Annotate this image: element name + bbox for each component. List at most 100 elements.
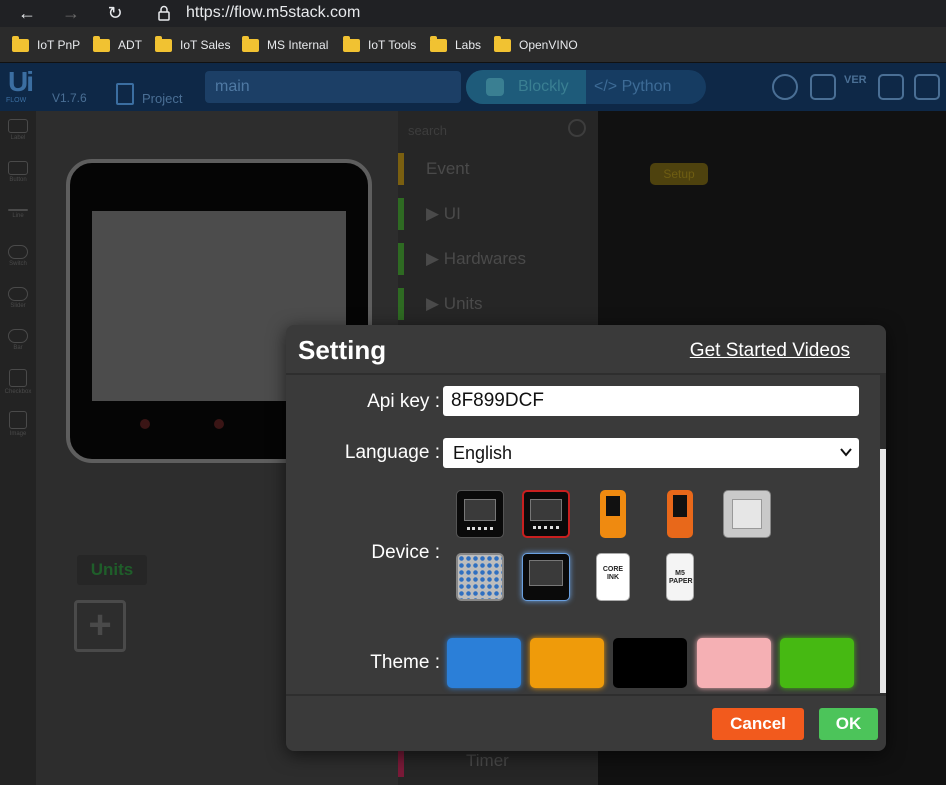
rail-item-slider[interactable]: Slider <box>4 287 32 309</box>
cancel-button[interactable]: Cancel <box>712 708 804 740</box>
coreink-label: CORE INK <box>602 566 624 581</box>
bookmark-adt[interactable]: ADT <box>93 35 142 53</box>
device-m5atom[interactable] <box>723 490 771 538</box>
switch-icon <box>8 245 28 259</box>
api-key-input[interactable] <box>443 386 859 416</box>
api-key-label: Api key : <box>367 391 440 412</box>
device-screen-thumb <box>606 496 620 516</box>
language-select[interactable]: English <box>443 438 859 468</box>
rail-item-checkbox[interactable]: Checkbox <box>4 369 32 395</box>
add-unit-button[interactable]: + <box>74 600 126 652</box>
checkbox-icon <box>9 369 27 387</box>
device-buttons-thumb <box>467 527 493 530</box>
footer-divider <box>286 694 886 696</box>
category-color-bar <box>398 288 404 320</box>
project-icon[interactable] <box>116 83 134 105</box>
ok-button[interactable]: OK <box>819 708 878 740</box>
chevron-down-icon <box>840 448 852 457</box>
folder-icon <box>494 35 511 52</box>
palette-item-units[interactable]: ▶ Units <box>398 284 483 324</box>
device-screen-thumb <box>464 499 496 521</box>
setting-dialog: Setting Get Started Videos Api key : Lan… <box>286 325 886 751</box>
version-icon[interactable]: VER <box>844 74 870 100</box>
device-m5stack-fire[interactable] <box>522 490 570 538</box>
device-screen-thumb <box>530 499 562 521</box>
folder-icon <box>430 35 447 52</box>
line-icon <box>8 209 28 211</box>
back-arrow-icon[interactable]: ← <box>16 2 38 24</box>
puzzle-icon <box>486 78 504 96</box>
project-label[interactable]: Project <box>142 91 182 106</box>
device-buttons-thumb <box>533 526 559 529</box>
ui-components-rail: Label Button Line Switch Slider Bar Chec… <box>0 111 36 785</box>
palette-item-hardwares[interactable]: ▶ Hardwares <box>398 239 526 279</box>
forward-arrow-icon[interactable]: → <box>60 2 82 24</box>
palette-item-event[interactable]: Event <box>398 149 469 189</box>
rail-item-line[interactable]: Line <box>4 203 32 219</box>
theme-orange-swatch[interactable] <box>530 638 604 688</box>
m5paper-label: M5 PAPER <box>669 570 693 585</box>
rail-item-bar[interactable]: Bar <box>4 329 32 351</box>
label-icon <box>8 119 28 133</box>
version-label: V1.7.6 <box>52 91 87 105</box>
device-label: Device : <box>371 542 440 563</box>
tab-python[interactable]: </> Python <box>594 70 671 104</box>
device-m5-coreink[interactable]: CORE INK <box>596 553 630 601</box>
browser-toolbar: ← → ↻ https://flow.m5stack.com <box>0 0 946 27</box>
save-icon[interactable] <box>914 74 940 100</box>
tab-blockly[interactable]: Blockly <box>466 70 586 104</box>
app-header: Ui FLOW V1.7.6 Project main Blockly </> … <box>0 63 946 111</box>
folder-icon <box>343 35 360 52</box>
folder-icon <box>155 35 172 52</box>
rail-item-label[interactable]: Label <box>4 119 32 141</box>
device-screen-thumb <box>529 560 563 586</box>
rail-item-image[interactable]: Image <box>4 411 32 437</box>
units-label: Units <box>77 555 147 585</box>
logo-subtitle: FLOW <box>6 97 27 104</box>
device-m5stack-core2[interactable] <box>522 553 570 601</box>
theme-pink-swatch[interactable] <box>697 638 771 688</box>
theme-black-swatch[interactable] <box>613 638 687 688</box>
bookmark-ms-internal[interactable]: MS Internal <box>242 35 328 53</box>
bookmark-labs[interactable]: Labs <box>430 35 481 53</box>
device-m5paper[interactable]: M5 PAPER <box>666 553 694 601</box>
device-button-a <box>140 419 150 429</box>
device-m5atom-matrix[interactable] <box>456 553 504 601</box>
palette-item-ui[interactable]: ▶ UI <box>398 194 461 234</box>
header-divider <box>286 373 886 375</box>
rail-item-button[interactable]: Button <box>4 161 32 183</box>
palette-search-input[interactable]: search <box>408 123 447 138</box>
device-m5stack-basic[interactable] <box>456 490 504 538</box>
bookmark-iot-sales[interactable]: IoT Sales <box>155 35 230 53</box>
device-m5stickc[interactable] <box>600 490 626 538</box>
bookmark-openvino[interactable]: OpenVINO <box>494 35 578 53</box>
dialog-scrollbar-thumb[interactable] <box>880 449 886 693</box>
setup-block[interactable]: Setup <box>650 163 708 185</box>
m5-logo-icon[interactable] <box>772 74 798 100</box>
theme-green-swatch[interactable] <box>780 638 854 688</box>
rail-item-switch[interactable]: Switch <box>4 245 32 267</box>
address-bar[interactable]: https://flow.m5stack.com <box>186 3 360 23</box>
folder-icon <box>12 35 29 52</box>
device-m5stickc-plus[interactable] <box>667 490 693 538</box>
search-icon[interactable] <box>568 119 586 137</box>
reload-icon[interactable]: ↻ <box>104 2 126 24</box>
new-file-icon[interactable] <box>810 74 836 100</box>
bookmark-iot-tools[interactable]: IoT Tools <box>343 35 416 53</box>
theme-label: Theme : <box>370 652 440 673</box>
bookmark-iot-pnp[interactable]: IoT PnP <box>12 35 80 53</box>
project-name-input[interactable]: main <box>205 71 461 103</box>
category-color-bar <box>398 198 404 230</box>
language-label: Language : <box>344 442 440 463</box>
mode-tabs: Blockly </> Python <box>466 70 706 104</box>
uiflow-logo: Ui <box>8 66 34 97</box>
bookmarks-bar: IoT PnP ADT IoT Sales MS Internal IoT To… <box>0 27 946 63</box>
theme-blue-swatch[interactable] <box>447 638 521 688</box>
category-color-bar <box>398 243 404 275</box>
dialog-title: Setting <box>298 335 387 365</box>
device-body-thumb <box>732 499 762 529</box>
device-button-b <box>214 419 224 429</box>
get-started-videos-link[interactable]: Get Started Videos <box>690 340 850 362</box>
chat-icon[interactable] <box>878 74 904 100</box>
bar-icon <box>8 329 28 343</box>
